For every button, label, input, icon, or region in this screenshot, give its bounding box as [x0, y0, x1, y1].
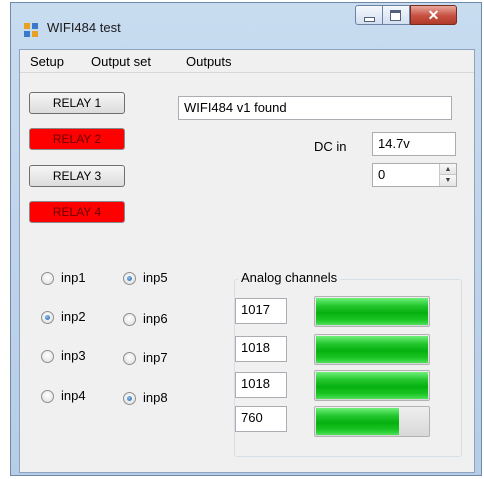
numeric-spinner[interactable]: 0 ▲ ▼ — [372, 163, 457, 187]
spinner-buttons: ▲ ▼ — [439, 164, 456, 186]
analog-ch1-fill — [316, 298, 428, 325]
minimize-button[interactable] — [355, 5, 383, 25]
minimize-icon — [364, 17, 375, 22]
relay-2-button[interactable]: RELAY 2 — [29, 128, 125, 150]
analog-ch1-value[interactable]: 1017 — [235, 298, 287, 324]
analog-ch4-bar — [314, 406, 430, 437]
analog-ch2-value[interactable]: 1018 — [235, 336, 287, 362]
close-button[interactable]: ✕ — [410, 5, 457, 25]
analog-ch3-fill — [316, 372, 428, 399]
window-title: WIFI484 test — [47, 20, 121, 35]
analog-ch1-bar — [314, 296, 430, 327]
client-area: Setup Output set Outputs RELAY 1 RELAY 2… — [19, 49, 475, 473]
menu-bar: Setup Output set Outputs — [20, 50, 474, 73]
inp4-radio[interactable] — [41, 390, 54, 403]
inp2-radio[interactable] — [41, 311, 54, 324]
relay-4-button[interactable]: RELAY 4 — [29, 201, 125, 223]
maximize-icon — [390, 10, 401, 21]
inp1-radio[interactable] — [41, 272, 54, 285]
analog-ch3-value[interactable]: 1018 — [235, 372, 287, 398]
dc-in-label: DC in — [314, 139, 347, 154]
close-icon: ✕ — [427, 6, 440, 23]
analog-ch2-bar — [314, 334, 430, 365]
inp5-label: inp5 — [143, 270, 168, 285]
menu-outputs[interactable]: Outputs — [186, 54, 232, 69]
inp3-radio[interactable] — [41, 350, 54, 363]
app-icon — [24, 23, 38, 37]
inp7-radio[interactable] — [123, 352, 136, 365]
analog-ch4-value[interactable]: 760 — [235, 406, 287, 432]
inp8-radio[interactable] — [123, 392, 136, 405]
dc-in-field[interactable]: 14.7v — [372, 132, 456, 156]
inp5-radio[interactable] — [123, 272, 136, 285]
menu-setup[interactable]: Setup — [30, 54, 64, 69]
relay-1-button[interactable]: RELAY 1 — [29, 92, 125, 114]
inp2-label: inp2 — [61, 309, 86, 324]
inp3-label: inp3 — [61, 348, 86, 363]
analog-ch3-bar — [314, 370, 430, 401]
inp6-radio[interactable] — [123, 313, 136, 326]
app-window: WIFI484 test ✕ Setup Output set Outputs … — [10, 2, 482, 476]
title-bar[interactable]: WIFI484 test ✕ — [11, 3, 481, 49]
analog-channels-title: Analog channels — [238, 270, 341, 285]
relay-3-button[interactable]: RELAY 3 — [29, 165, 125, 187]
analog-ch2-fill — [316, 336, 428, 363]
inp6-label: inp6 — [143, 311, 168, 326]
analog-ch4-fill — [316, 408, 399, 435]
menu-output-set[interactable]: Output set — [91, 54, 151, 69]
inp1-label: inp1 — [61, 270, 86, 285]
inp8-label: inp8 — [143, 390, 168, 405]
inp4-label: inp4 — [61, 388, 86, 403]
spinner-down-icon[interactable]: ▼ — [440, 175, 456, 186]
maximize-button[interactable] — [383, 5, 410, 25]
spinner-value: 0 — [378, 167, 386, 182]
spinner-up-icon[interactable]: ▲ — [440, 164, 456, 175]
status-field[interactable]: WIFI484 v1 found — [178, 96, 452, 120]
inp7-label: inp7 — [143, 350, 168, 365]
